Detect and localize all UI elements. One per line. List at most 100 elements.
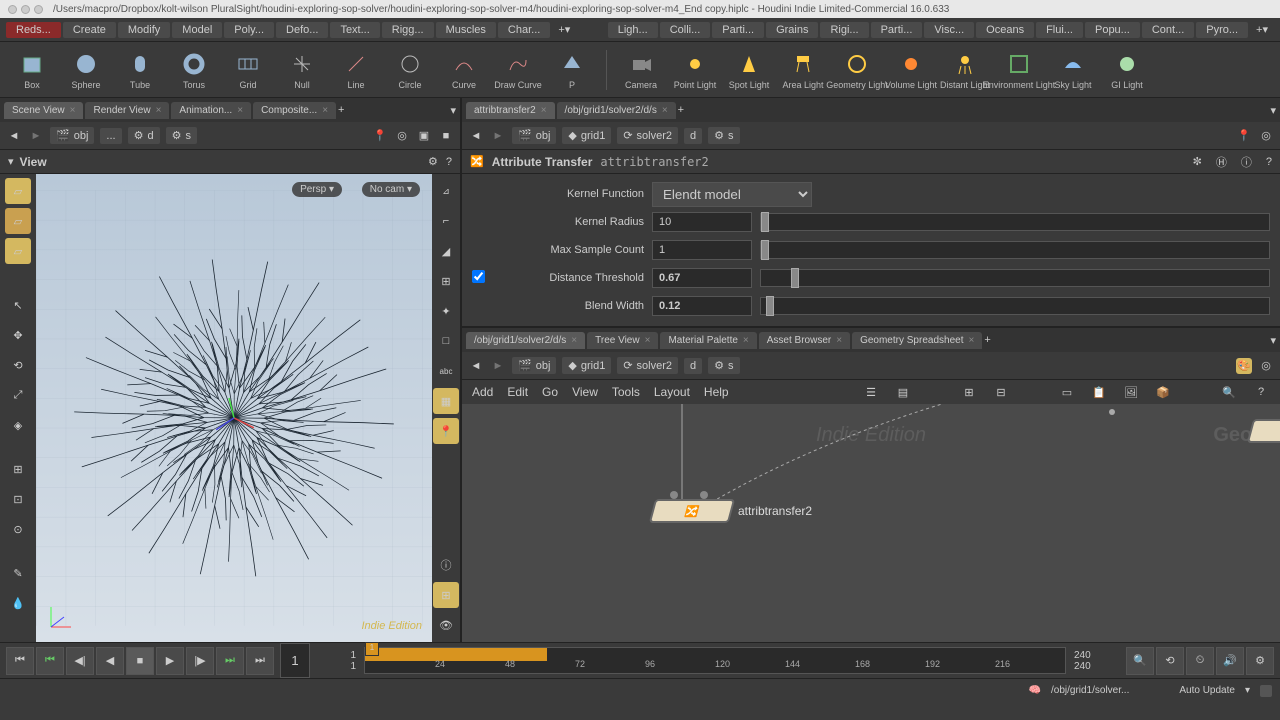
play-back-button[interactable]: ◀ (96, 647, 124, 675)
crumb-s[interactable]: ⚙ s (166, 127, 197, 144)
tool-snap[interactable]: ⊞ (5, 456, 31, 482)
crumb-obj[interactable]: 🎬 obj (512, 127, 556, 144)
close-icon[interactable]: × (662, 105, 668, 116)
pin-icon[interactable]: 📍 (372, 128, 388, 144)
forward-icon[interactable]: ► (490, 128, 506, 144)
shelf-platonic[interactable]: P (548, 50, 596, 90)
close-icon[interactable]: × (836, 335, 842, 346)
shelf-tab-oceans[interactable]: Oceans (976, 22, 1034, 38)
tool-eyedrop[interactable]: 💧 (5, 590, 31, 616)
shelf-tab-reds[interactable]: Reds... (6, 22, 61, 38)
step-fwd-button[interactable]: |▶ (186, 647, 214, 675)
crumb-solver2[interactable]: ⟳ solver2 (617, 127, 678, 144)
pane-menu-icon[interactable]: ▾ (450, 104, 456, 117)
crumb-s[interactable]: ⚙ s (708, 127, 739, 144)
kernel-radius-input[interactable] (652, 212, 752, 232)
forward-icon[interactable]: ► (28, 128, 44, 144)
vp-tool-2[interactable]: ⌐ (433, 208, 459, 234)
shelf-tube[interactable]: Tube (116, 50, 164, 90)
tab-tree-view[interactable]: Tree View× (587, 332, 658, 349)
shelf-tab-populate[interactable]: Popu... (1085, 22, 1140, 38)
shelf-null[interactable]: Null (278, 50, 326, 90)
shelf-tab-rigging[interactable]: Rigg... (382, 22, 434, 38)
sheet-icon[interactable]: ▤ (894, 383, 912, 401)
help-icon[interactable]: ? (1252, 383, 1270, 401)
image-icon[interactable]: 🖼 (1122, 383, 1140, 401)
close-icon[interactable]: × (156, 105, 162, 116)
realtime-icon[interactable]: ⏲ (1186, 647, 1214, 675)
close-icon[interactable]: × (322, 105, 328, 116)
shelf-tab-fluids[interactable]: Flui... (1036, 22, 1083, 38)
node-partial[interactable] (1250, 419, 1280, 443)
kernel-radius-slider[interactable] (760, 213, 1270, 231)
back-icon[interactable]: ◄ (6, 128, 22, 144)
grid2-icon[interactable]: ⊟ (992, 383, 1010, 401)
update-mode[interactable]: Auto Update (1179, 685, 1235, 696)
tool-snap-grid[interactable]: ⊡ (5, 486, 31, 512)
vp-tool-1[interactable]: ⊿ (433, 178, 459, 204)
prev-key-button[interactable]: ⏮ (36, 647, 64, 675)
menu-edit[interactable]: Edit (507, 385, 528, 399)
distance-threshold-check[interactable] (472, 270, 485, 283)
shelf-arealight[interactable]: Area Light (779, 50, 827, 90)
note-icon[interactable]: ▭ (1058, 383, 1076, 401)
crumb-dots[interactable]: ... (100, 128, 121, 144)
shelf-tab-deform[interactable]: Defo... (276, 22, 328, 38)
tab-scene-view[interactable]: Scene View× (4, 102, 83, 119)
close-window-icon[interactable] (8, 5, 17, 14)
crumb-solver2[interactable]: ⟳ solver2 (617, 357, 678, 374)
tool-snap-point[interactable]: ⊙ (5, 516, 31, 542)
tool-scale[interactable]: ⤢ (5, 382, 31, 408)
shelf-camera[interactable]: Camera (617, 50, 665, 90)
current-frame-input[interactable] (280, 643, 310, 678)
shelf-skylight[interactable]: Sky Light (1049, 50, 1097, 90)
shelf-tab-particle2[interactable]: Parti... (871, 22, 923, 38)
pin-icon[interactable]: 📍 (1236, 128, 1252, 144)
shelf-spotlight[interactable]: Spot Light (725, 50, 773, 90)
gear-icon[interactable]: ✼ (1193, 155, 1202, 168)
menu-view[interactable]: View (572, 385, 598, 399)
viewport-canvas[interactable]: Persp ▾ No cam ▾ Indie Edition (36, 174, 432, 642)
shelf-volumelight[interactable]: Volume Light (887, 50, 935, 90)
last-frame-button[interactable]: ⏭ (246, 647, 274, 675)
code-icon[interactable]: Ⓗ (1216, 154, 1227, 170)
cube-icon[interactable]: ▣ (416, 128, 432, 144)
maximize-window-icon[interactable] (34, 5, 43, 14)
shelf-drawcurve[interactable]: Draw Curve (494, 50, 542, 90)
tab-path[interactable]: /obj/grid1/solver2/d/s× (557, 102, 676, 119)
loop-icon[interactable]: ⟲ (1156, 647, 1184, 675)
first-frame-button[interactable]: ⏮ (6, 647, 34, 675)
tab-composite[interactable]: Composite...× (253, 102, 336, 119)
settings-icon[interactable]: ⚙ (1246, 647, 1274, 675)
back-icon[interactable]: ◄ (468, 128, 484, 144)
shelf-tab-lights[interactable]: Ligh... (608, 22, 658, 38)
palette-icon[interactable]: 🎨 (1236, 358, 1252, 374)
step-back-button[interactable]: ◀| (66, 647, 94, 675)
tool-rotate[interactable]: ⟲ (5, 352, 31, 378)
shelf-gilight[interactable]: GI Light (1103, 50, 1151, 90)
tool-select[interactable]: ▱ (5, 178, 31, 204)
minimize-window-icon[interactable] (21, 5, 30, 14)
shelf-tab-pyro[interactable]: Pyro... (1196, 22, 1248, 38)
kernel-function-select[interactable]: Elendt model (652, 182, 812, 207)
shelf-tab-muscles[interactable]: Muscles (436, 22, 496, 38)
target-icon[interactable]: ◎ (394, 128, 410, 144)
crumb-d[interactable]: d (684, 128, 702, 144)
shelf-add2-icon[interactable]: +▾ (1250, 23, 1274, 36)
shelf-tab-collisions[interactable]: Colli... (660, 22, 711, 38)
close-icon[interactable]: × (571, 335, 577, 346)
blend-width-slider[interactable] (760, 297, 1270, 315)
target-icon[interactable]: ◎ (1258, 358, 1274, 374)
add-tab-icon[interactable]: + (984, 334, 990, 346)
sticky-icon[interactable]: 📋 (1090, 383, 1108, 401)
shelf-box[interactable]: Box (8, 50, 56, 90)
menu-layout[interactable]: Layout (654, 385, 690, 399)
menu-tools[interactable]: Tools (612, 385, 640, 399)
play-button[interactable]: ▶ (156, 647, 184, 675)
pane-menu-icon[interactable]: ▾ (1270, 104, 1276, 117)
forward-icon[interactable]: ► (490, 358, 506, 374)
tab-animation[interactable]: Animation...× (171, 102, 251, 119)
close-icon[interactable]: × (70, 105, 76, 116)
close-icon[interactable]: × (237, 105, 243, 116)
shelf-curve[interactable]: Curve (440, 50, 488, 90)
